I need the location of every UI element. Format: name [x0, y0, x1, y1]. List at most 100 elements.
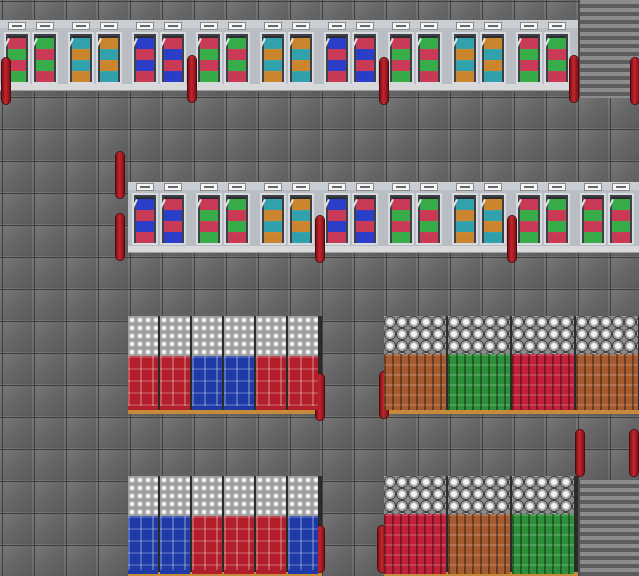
- drink-row: [392, 71, 410, 82]
- stacked-crate: [160, 316, 190, 410]
- red-bollard: [2, 58, 10, 104]
- price-tag-icon: [548, 22, 566, 30]
- fridge-door: [288, 32, 314, 84]
- fridge-door: [352, 32, 378, 84]
- fridge-door: [324, 32, 350, 84]
- crate-body: [288, 356, 318, 406]
- price-tag-icon: [264, 22, 282, 30]
- bottle-rack: [448, 354, 510, 410]
- fridge-door: [388, 32, 414, 84]
- price-tag-icon: [328, 183, 346, 191]
- price-tag-icon: [420, 183, 438, 191]
- drink-row: [520, 232, 538, 243]
- drink-row: [264, 232, 282, 243]
- price-tag-icon: [356, 22, 374, 30]
- fridge-door: [416, 193, 442, 245]
- crate-body: [192, 516, 222, 570]
- bottle-rack: [384, 354, 446, 410]
- bottle-pallet: [384, 476, 446, 574]
- crate-top: [160, 316, 190, 356]
- drink-row: [228, 232, 246, 243]
- drink-row: [456, 232, 474, 243]
- crate-top: [128, 476, 158, 516]
- bottle-rack: [576, 354, 638, 410]
- bottle-caps: [448, 476, 510, 514]
- crate-body: [224, 516, 254, 570]
- price-tag-icon: [100, 22, 118, 30]
- drink-row: [612, 232, 630, 243]
- stacked-crate: [160, 476, 190, 574]
- drink-row: [328, 71, 346, 82]
- drink-row: [484, 71, 502, 82]
- stacked-crate: [224, 316, 254, 410]
- drink-row: [72, 71, 90, 82]
- price-tag-icon: [136, 22, 154, 30]
- bottle-rack: [512, 354, 574, 410]
- bottle-pallet: [448, 476, 510, 574]
- red-bollard: [116, 152, 124, 198]
- price-tag-icon: [8, 22, 26, 30]
- stacked-crate: [256, 476, 286, 574]
- price-tag-icon: [72, 22, 90, 30]
- price-tag-icon: [484, 183, 502, 191]
- price-tag-icon: [612, 183, 630, 191]
- fridge-door: [32, 32, 58, 84]
- drink-row: [264, 71, 282, 82]
- bottle-caps: [512, 476, 574, 514]
- price-tag-icon: [484, 22, 502, 30]
- fridge-door: [224, 32, 250, 84]
- crate-body: [256, 516, 286, 570]
- fridge-door: [132, 193, 158, 245]
- fridge-door: [68, 32, 94, 84]
- fridge-door: [516, 32, 542, 84]
- fridge-door: [452, 32, 478, 84]
- drink-row: [100, 71, 118, 82]
- crate-top: [256, 476, 286, 516]
- red-bollard: [116, 214, 124, 260]
- drink-row: [200, 71, 218, 82]
- bottle-pallet: [448, 316, 510, 410]
- fridge-door: [544, 193, 570, 245]
- stacked-crate: [192, 476, 222, 574]
- red-bollard: [380, 58, 388, 104]
- drink-row: [356, 71, 374, 82]
- stacked-crate: [288, 476, 318, 574]
- drink-row: [520, 71, 538, 82]
- drink-row: [164, 71, 182, 82]
- fridge-door: [608, 193, 634, 245]
- shelf-edge-top: [0, 84, 578, 90]
- bottle-pallet: [512, 316, 574, 410]
- drink-row: [228, 71, 246, 82]
- fridge-door: [480, 193, 506, 245]
- bottle-pallet: [576, 316, 638, 410]
- red-bollard: [576, 430, 584, 476]
- bottle-rack: [512, 514, 574, 574]
- bottle-rack: [448, 514, 510, 574]
- price-tag-icon: [328, 22, 346, 30]
- price-tag-icon: [584, 183, 602, 191]
- stacked-crate: [128, 476, 158, 574]
- crate-top: [288, 476, 318, 516]
- fridge-door: [196, 32, 222, 84]
- drink-row: [136, 71, 154, 82]
- bottle-rack: [384, 514, 446, 574]
- price-tag-icon: [520, 22, 538, 30]
- drink-row: [356, 232, 374, 243]
- fridge-door: [544, 32, 570, 84]
- price-tag-icon: [392, 22, 410, 30]
- fridge-door: [288, 193, 314, 245]
- bottle-pallet: [384, 316, 446, 410]
- drink-row: [164, 232, 182, 243]
- drink-row: [8, 71, 26, 82]
- shelf-edge-middle: [128, 246, 639, 252]
- bottle-caps: [384, 476, 446, 514]
- stacked-crate: [224, 476, 254, 574]
- fridge-door: [96, 32, 122, 84]
- fridge-door: [160, 32, 186, 84]
- price-tag-icon: [292, 22, 310, 30]
- drink-row: [548, 232, 566, 243]
- bottle-pallet: [512, 476, 574, 574]
- crate-top: [288, 316, 318, 356]
- crate-body: [160, 356, 190, 406]
- stairs-top-right: [578, 0, 639, 98]
